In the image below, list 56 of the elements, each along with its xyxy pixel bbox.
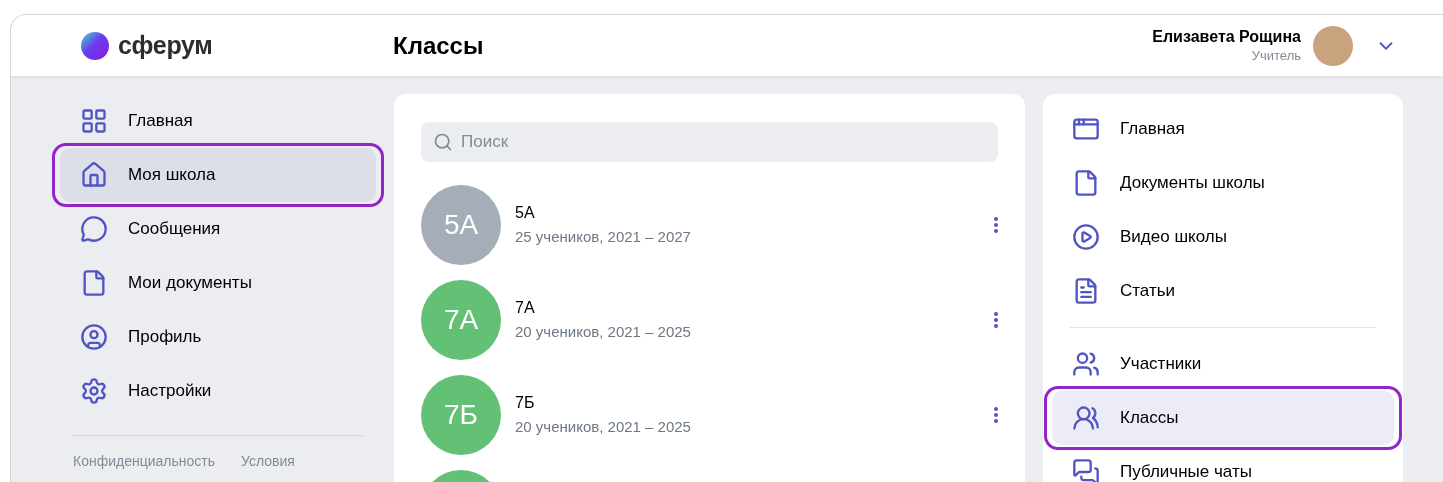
class-details: 25 учеников, 2021 – 2027 bbox=[515, 228, 692, 245]
menu-label: Сообщения bbox=[128, 219, 221, 239]
menu-item[interactable]: Настройки bbox=[60, 364, 376, 418]
menu-label: Документы школы bbox=[1120, 173, 1265, 193]
class-details: 20 учеников, 2021 – 2025 bbox=[515, 323, 692, 340]
chat-bubbles-icon bbox=[1072, 458, 1100, 482]
menu-label: Статьи bbox=[1120, 281, 1176, 301]
more-button[interactable] bbox=[994, 216, 998, 233]
class-details: 20 учеников, 2021 – 2025 bbox=[515, 418, 692, 435]
menu-item[interactable]: Документы школы bbox=[1052, 156, 1394, 210]
menu-item[interactable]: Публичные чаты bbox=[1052, 445, 1394, 482]
chat-bubble-icon bbox=[80, 215, 108, 243]
people-icon bbox=[1072, 350, 1100, 378]
menu-label: Главная bbox=[128, 111, 193, 131]
class-name: 5А bbox=[515, 204, 536, 222]
menu-item[interactable]: Профиль bbox=[60, 310, 376, 364]
logo-icon bbox=[80, 30, 110, 61]
menu-label: Главная bbox=[1120, 119, 1185, 139]
class-avatar: 7А bbox=[421, 279, 501, 360]
more-icon bbox=[994, 311, 998, 328]
menu-label: Настройки bbox=[128, 381, 212, 401]
menu-label: Участники bbox=[1120, 354, 1202, 374]
group-icon bbox=[1072, 404, 1100, 432]
class-name: 7А bbox=[515, 299, 536, 317]
menu-item[interactable]: Статьи bbox=[1052, 264, 1394, 318]
more-button[interactable] bbox=[994, 311, 998, 328]
user-circle-icon bbox=[80, 323, 108, 351]
menu-item[interactable]: Участники bbox=[1052, 337, 1394, 391]
logo-text: сферум bbox=[118, 31, 213, 60]
menu-label: Видео школы bbox=[1120, 227, 1227, 247]
house-icon bbox=[80, 161, 108, 189]
search-field[interactable]: Поиск bbox=[421, 122, 998, 162]
menu-item[interactable]: Видео школы bbox=[1052, 210, 1394, 264]
settings-icon bbox=[80, 377, 108, 405]
menu-item[interactable]: Мои документы bbox=[60, 256, 376, 310]
page-title: Классы bbox=[393, 31, 485, 60]
more-button[interactable] bbox=[994, 406, 998, 423]
class-avatar: 7Б bbox=[421, 374, 501, 455]
class-name: 7Б bbox=[515, 394, 536, 412]
menu-label: Публичные чаты bbox=[1120, 462, 1252, 482]
menu-label: Профиль bbox=[128, 327, 202, 347]
menu-item[interactable]: Сообщения bbox=[60, 202, 376, 256]
more-icon bbox=[994, 406, 998, 423]
menu-label: Классы bbox=[1120, 408, 1179, 428]
class-avatar: 5А bbox=[421, 184, 501, 265]
user-role: Учитель bbox=[1251, 48, 1301, 63]
menu-item[interactable]: Главная bbox=[1052, 102, 1394, 156]
play-icon bbox=[1072, 223, 1100, 251]
menu-label: Мои документы bbox=[128, 273, 252, 293]
menu-item[interactable]: Моя школа bbox=[60, 148, 376, 202]
user-name: Елизавета Рощина bbox=[1152, 28, 1301, 46]
menu-item[interactable]: Классы bbox=[1052, 391, 1394, 445]
more-icon bbox=[994, 216, 998, 233]
menu-label: Моя школа bbox=[128, 165, 216, 185]
menu-item[interactable]: Главная bbox=[60, 94, 376, 148]
grid-icon bbox=[80, 107, 108, 135]
